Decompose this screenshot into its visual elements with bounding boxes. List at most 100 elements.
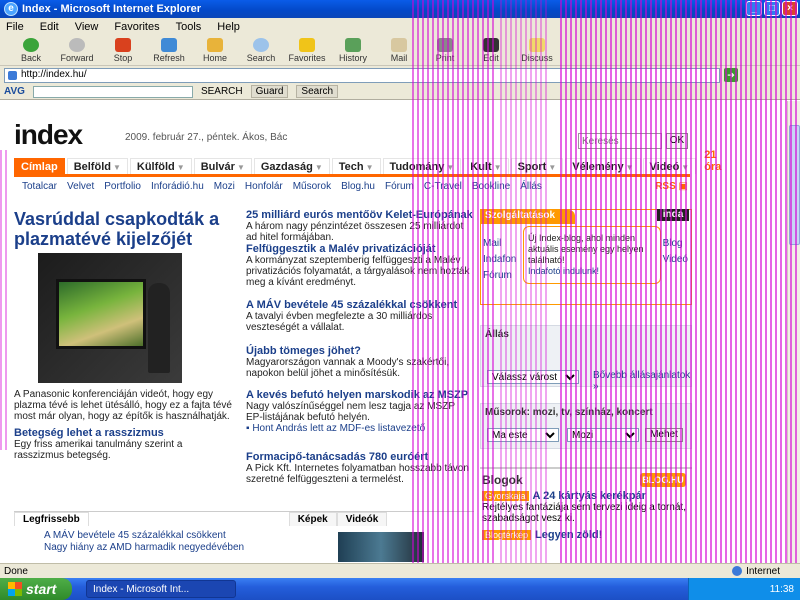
nav-gazdasag[interactable]: Gazdaság ▼ <box>253 158 330 174</box>
blog-tag[interactable]: Blogtérkép <box>482 530 532 540</box>
subnav-link[interactable]: Hon­fo­lár <box>245 181 283 195</box>
subnav-link[interactable]: Portfolio <box>104 181 141 195</box>
window-titlebar[interactable]: e Index - Microsoft Internet Explorer _ … <box>0 0 800 18</box>
avg-guard-button[interactable]: Guard <box>250 85 289 98</box>
jobs-more-link[interactable]: Bővebb állásajánlatok » <box>593 370 691 392</box>
home-button[interactable]: Home <box>192 38 238 65</box>
service-blog[interactable]: Blog <box>663 236 688 252</box>
menu-file[interactable]: File <box>6 21 24 33</box>
services-links: Mail Indafon Fórum <box>483 236 516 284</box>
chevron-down-icon: ▼ <box>365 163 374 172</box>
avg-search-pill[interactable]: Search <box>296 85 339 98</box>
nav-tudomany[interactable]: Tudomány ▼ <box>382 158 462 174</box>
subnav-link[interactable]: Totalcar <box>22 181 57 195</box>
tab-videok[interactable]: Videók <box>336 512 388 526</box>
subnav-link[interactable]: Inforádió.hu <box>151 181 204 195</box>
article-headline[interactable]: 25 milliárd eurós mentőöv Kelet-Európána… <box>246 209 474 221</box>
service-forum[interactable]: Fórum <box>483 268 516 284</box>
forward-button[interactable]: Forward <box>54 38 100 65</box>
service-video[interactable]: Videó <box>663 252 688 268</box>
subnav-link[interactable]: Állás <box>520 181 542 195</box>
subnav-link[interactable]: Fórum <box>385 181 414 195</box>
star-icon <box>299 38 315 52</box>
go-button[interactable]: ➔ <box>724 68 738 82</box>
discuss-button[interactable]: Discuss <box>514 38 560 65</box>
programs-go-button[interactable]: Mehet <box>645 428 683 442</box>
history-icon <box>345 38 361 52</box>
site-search-ok-button[interactable]: OK <box>666 133 688 149</box>
blog-hu-logo[interactable]: BLOG.HU <box>640 473 686 487</box>
clock[interactable]: 11:38 <box>770 584 794 595</box>
start-button[interactable]: start <box>0 578 72 600</box>
nav-cimlap[interactable]: Címlap <box>14 158 65 174</box>
inda-logo[interactable]: inda <box>657 209 689 221</box>
site-search-input[interactable] <box>578 133 662 149</box>
nav-21-ora[interactable]: 21 óra <box>698 147 727 174</box>
subnav-link[interactable]: Műsorok <box>293 181 331 195</box>
search-button[interactable]: Search <box>238 38 284 65</box>
avg-search-button[interactable]: SEARCH <box>201 86 243 97</box>
blog-headline[interactable]: Legyen zöld! <box>535 529 602 541</box>
lead-link[interactable]: Betegség lehet a rasszizmus <box>14 428 232 439</box>
forward-icon <box>69 38 85 52</box>
subnav-link[interactable]: Mozi <box>214 181 235 195</box>
lead-photo[interactable] <box>38 253 182 383</box>
rss-link[interactable]: RSS ▣ <box>655 181 688 195</box>
refresh-button[interactable]: Refresh <box>146 38 192 65</box>
tab-kepek[interactable]: Képek <box>288 512 337 526</box>
article-headline[interactable]: A kevés befutó helyen marskodik az MSZP <box>246 389 474 401</box>
nav-kulfold[interactable]: Külföld ▼ <box>129 158 192 174</box>
taskbar-ie-item[interactable]: Index - Microsoft Int... <box>86 580 236 598</box>
subnav-link[interactable]: C-Travel <box>424 181 462 195</box>
bubble-link[interactable]: Indafotó indulunk! <box>528 266 599 276</box>
nav-bulvar[interactable]: Bulvár ▼ <box>193 158 252 174</box>
service-indafon[interactable]: Indafon <box>483 252 516 268</box>
index-logo[interactable]: index <box>14 119 83 151</box>
menu-view[interactable]: View <box>75 21 99 33</box>
minimize-icon[interactable]: _ <box>746 1 762 16</box>
edit-button[interactable]: Edit <box>468 38 514 65</box>
article-headline[interactable]: Felfüggesztik a Malév privatizációját <box>246 243 474 255</box>
history-button[interactable]: History <box>330 38 376 65</box>
nav-velemeny[interactable]: Vélemény ▼ <box>565 158 641 174</box>
nav-kult[interactable]: Kult ▼ <box>463 158 509 174</box>
service-mail[interactable]: Mail <box>483 236 516 252</box>
menu-edit[interactable]: Edit <box>40 21 59 33</box>
lead-headline[interactable]: Vasrúddal csapkodták a plazmatévé kijelz… <box>14 209 234 249</box>
city-select[interactable]: Válassz várost <box>487 370 579 384</box>
tab-legfrissebb[interactable]: Legfrissebb <box>14 512 89 526</box>
chevron-down-icon: ▼ <box>314 163 323 172</box>
subnav-link[interactable]: Blog.hu <box>341 181 375 195</box>
stop-button[interactable]: Stop <box>100 38 146 65</box>
nav-belfold[interactable]: Belföld ▼ <box>66 158 128 174</box>
mail-button[interactable]: Mail <box>376 38 422 65</box>
close-icon[interactable]: × <box>782 1 798 16</box>
subnav-link[interactable]: Bookline <box>472 181 510 195</box>
window-title: Index - Microsoft Internet Explorer <box>22 3 202 15</box>
scrollbar-thumb[interactable] <box>789 125 800 245</box>
avg-search-input[interactable] <box>32 85 193 98</box>
back-button[interactable]: Back <box>8 38 54 65</box>
menu-tools[interactable]: Tools <box>176 21 202 33</box>
maximize-icon[interactable]: □ <box>764 1 780 16</box>
print-button[interactable]: Print <box>422 38 468 65</box>
menu-help[interactable]: Help <box>217 21 240 33</box>
blog-tag[interactable]: Gyorskaja <box>482 491 529 501</box>
category-select[interactable]: Mozi <box>567 428 639 442</box>
nav-tech[interactable]: Tech ▼ <box>331 158 381 174</box>
article-headline[interactable]: A MÁV bevétele 45 százalékkal csökkent <box>246 299 474 311</box>
address-input[interactable]: http://index.hu/ <box>4 67 720 83</box>
subnav-link[interactable]: Velvet <box>67 181 94 195</box>
nav-video[interactable]: Videó ▼ <box>642 158 697 174</box>
article-headline[interactable]: Formacipő-tanácsadás 780 euróért <box>246 451 474 463</box>
nav-sport[interactable]: Sport ▼ <box>510 158 564 174</box>
video-thumbnail[interactable] <box>338 532 424 562</box>
vertical-scrollbar[interactable] <box>787 101 800 563</box>
menu-favorites[interactable]: Favorites <box>114 21 159 33</box>
system-tray: 11:38 <box>688 578 800 600</box>
time-select[interactable]: Ma este <box>487 428 559 442</box>
favorites-button[interactable]: Favorites <box>284 38 330 65</box>
article-bullet-link[interactable]: ▪ Hont András lett az MDF-es listavezető <box>246 423 474 434</box>
blog-headline[interactable]: A 24 kártyás kerékpár <box>533 490 646 502</box>
article-headline[interactable]: Újabb tömeges jöhet? <box>246 345 474 357</box>
